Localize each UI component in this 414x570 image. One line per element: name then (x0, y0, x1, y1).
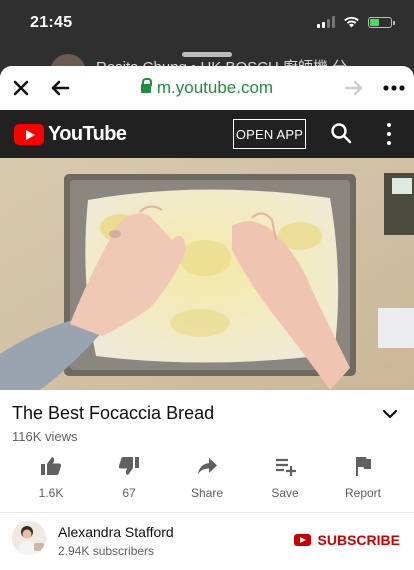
sheet-grabber-handle[interactable] (182, 52, 232, 57)
view-count: 116K views (12, 429, 78, 444)
video-player[interactable] (0, 158, 414, 390)
video-title: The Best Focaccia Bread (12, 403, 215, 423)
wifi-icon (344, 16, 359, 28)
share-label: Share (190, 486, 224, 500)
video-thumbnail-image (0, 158, 414, 390)
dislike-button[interactable]: 67 (89, 454, 169, 500)
in-app-browser-sheet: m.youtube.com YouTube OPEN APP The Best … (0, 66, 414, 570)
open-app-button[interactable]: OPEN APP (233, 119, 306, 149)
video-info-panel: The Best Focaccia Bread 116K views 1.6K … (0, 390, 414, 570)
thumbs-up-icon (41, 457, 62, 475)
cellular-signal-icon (317, 16, 335, 28)
share-button[interactable]: Share (167, 454, 247, 500)
youtube-logo[interactable]: YouTube (14, 123, 127, 146)
subscriber-count: 2.94K subscribers (58, 544, 155, 558)
subscribe-button[interactable]: SUBSCRIBE (293, 532, 400, 548)
lock-icon (140, 78, 152, 93)
status-time: 21:45 (30, 14, 73, 31)
kebab-menu-icon[interactable] (382, 123, 396, 145)
flag-icon (356, 457, 371, 476)
channel-avatar[interactable] (12, 521, 46, 555)
share-icon (198, 458, 217, 474)
more-options-icon[interactable] (382, 76, 406, 100)
report-button[interactable]: Report (323, 454, 403, 500)
thumbs-down-icon (118, 457, 139, 475)
youtube-header: YouTube OPEN APP (0, 110, 414, 158)
dislike-count: 67 (122, 486, 136, 500)
youtube-play-logo-icon (14, 124, 44, 145)
youtube-play-icon (293, 534, 311, 546)
like-count: 1.6K (38, 486, 64, 500)
channel-name[interactable]: Alexandra Stafford (58, 524, 174, 540)
save-button[interactable]: Save (245, 454, 325, 500)
playlist-add-icon (276, 458, 296, 476)
youtube-wordmark: YouTube (48, 123, 127, 145)
forward-arrow-icon[interactable] (342, 76, 366, 100)
status-icons (317, 16, 395, 28)
like-button[interactable]: 1.6K (11, 454, 91, 500)
save-label: Save (271, 486, 299, 500)
browser-toolbar: m.youtube.com (0, 66, 414, 110)
url-text: m.youtube.com (156, 78, 274, 97)
chevron-down-icon[interactable] (382, 406, 398, 422)
battery-icon (368, 16, 395, 28)
battery-level (370, 18, 379, 26)
search-icon[interactable] (330, 122, 352, 144)
status-bar: 21:45 (0, 0, 414, 46)
channel-row: Alexandra Stafford 2.94K subscribers SUB… (0, 513, 414, 570)
report-label: Report (344, 486, 382, 500)
video-actions-bar: 1.6K 67 Share Save Report (0, 454, 414, 500)
subscribe-label: SUBSCRIBE (317, 532, 400, 548)
